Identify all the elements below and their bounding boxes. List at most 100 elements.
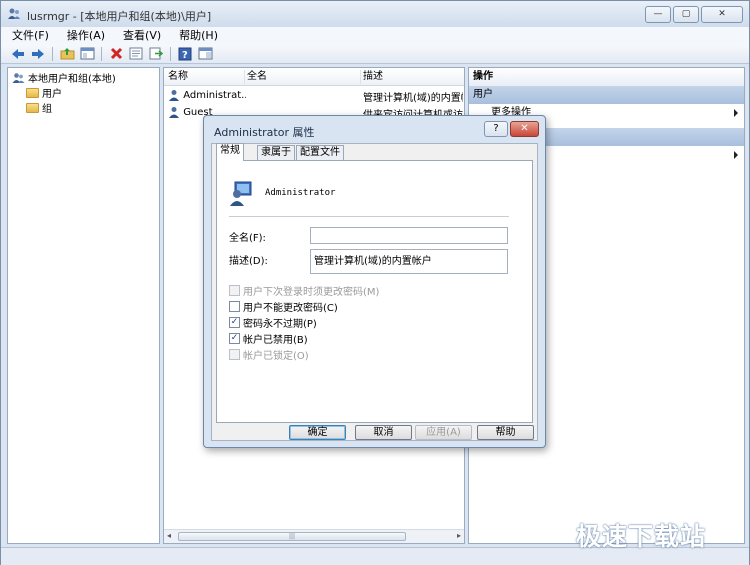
checkbox-box: ✓ [229, 333, 240, 344]
export-icon [149, 47, 163, 60]
fullname-label: 全名(F): [229, 233, 266, 244]
forward-arrow-icon [32, 48, 44, 59]
user-icon [169, 90, 179, 101]
checkbox-label: 密码永不过期(P) [243, 319, 317, 330]
minimize-button[interactable]: — [645, 6, 671, 23]
must-change-password-checkbox[interactable]: 用户下次登录时须更改密码(M) [229, 283, 379, 298]
window-controls: — ▢ ✕ [645, 6, 743, 23]
user-name: Administrat... [183, 90, 246, 101]
properties-icon [129, 47, 143, 60]
menu-view[interactable]: 查看(V) [120, 27, 164, 44]
show-tree-button[interactable] [78, 46, 96, 62]
help-toolbar-button[interactable]: ? [176, 46, 194, 62]
folder-icon [26, 87, 39, 98]
actions-header: 操作 [469, 68, 744, 86]
tab-general[interactable]: 常规 [216, 143, 244, 161]
help-button[interactable]: 帮助 [477, 425, 534, 440]
toolbar-separator [52, 46, 53, 61]
horizontal-scrollbar[interactable]: ◂ ||| ▸ [164, 529, 464, 543]
title-bar[interactable]: lusrmgr - [本地用户和组(本地)\用户] — ▢ ✕ [1, 1, 749, 27]
tree-item-users[interactable]: 用户 [26, 85, 62, 100]
show-action-pane-button[interactable] [196, 46, 214, 62]
account-disabled-checkbox[interactable]: ✓ 帐户已禁用(B) [229, 331, 308, 346]
forward-button[interactable] [29, 46, 47, 62]
checkbox-box [229, 349, 240, 360]
window-title: lusrmgr - [本地用户和组(本地)\用户] [27, 10, 212, 23]
action-pane-icon [198, 47, 212, 60]
divider [229, 216, 509, 217]
submenu-arrow-icon [734, 109, 738, 117]
user-description: 管理计算机(域)的内置帐 [363, 93, 463, 104]
column-header-name[interactable]: 名称 [168, 70, 245, 84]
maximize-button[interactable]: ▢ [673, 6, 699, 23]
column-header-description[interactable]: 描述 [363, 70, 463, 84]
help-book-icon: ? [178, 47, 192, 61]
dialog-help-button[interactable]: ? [484, 121, 508, 137]
menu-file[interactable]: 文件(F) [9, 27, 52, 44]
checkbox-box [229, 285, 240, 296]
toolbar-separator [170, 46, 171, 61]
console-tree-icon [80, 47, 94, 60]
properties-button[interactable] [127, 46, 145, 62]
console-tree[interactable]: 本地用户和组(本地) 用户 组 [7, 67, 160, 544]
tree-item-groups[interactable]: 组 [26, 100, 52, 115]
cancel-button[interactable]: 取消 [355, 425, 412, 440]
checkbox-label: 帐户已锁定(O) [243, 351, 309, 362]
svg-text:?: ? [182, 50, 188, 61]
table-row[interactable]: Administrat... 管理计算机(域)的内置帐 [164, 87, 464, 104]
description-input[interactable]: 管理计算机(域)的内置帐户 [310, 249, 508, 274]
close-window-button[interactable]: ✕ [701, 6, 743, 23]
toolbar-separator [101, 46, 102, 61]
dialog-button-row: 确定 取消 应用(A) 帮助 [212, 425, 539, 445]
tree-item-label: 组 [42, 104, 52, 115]
properties-dialog: Administrator 属性 ? ✕ 常规 隶属于 配置文件 Adminis… [203, 115, 546, 448]
column-header-fullname[interactable]: 全名 [247, 70, 361, 84]
export-list-button[interactable] [147, 46, 165, 62]
cannot-change-password-checkbox[interactable]: 用户不能更改密码(C) [229, 299, 338, 314]
dialog-body: 常规 隶属于 配置文件 Administrator 全名(F): 描述(D): … [211, 143, 538, 441]
folder-icon [26, 102, 39, 113]
back-arrow-icon [12, 48, 24, 59]
up-level-button[interactable] [58, 46, 76, 62]
delete-button[interactable] [107, 46, 125, 62]
users-group-icon [12, 72, 25, 83]
fullname-input[interactable] [310, 227, 508, 244]
checkbox-box: ✓ [229, 317, 240, 328]
account-locked-checkbox[interactable]: 帐户已锁定(O) [229, 347, 309, 362]
site-watermark: 极速下载站 [576, 522, 707, 551]
ok-button[interactable]: 确定 [289, 425, 346, 440]
dialog-close-button[interactable]: ✕ [510, 121, 539, 137]
general-tab-panel: Administrator 全名(F): 描述(D): 管理计算机(域)的内置帐… [216, 160, 533, 423]
dialog-controls: ? ✕ [484, 121, 539, 137]
checkbox-label: 帐户已禁用(B) [243, 335, 308, 346]
tab-profile[interactable]: 配置文件 [296, 145, 344, 161]
tree-item-label: 用户 [42, 89, 62, 100]
checkbox-label: 用户不能更改密码(C) [243, 303, 338, 314]
toolbar: ? [1, 44, 749, 64]
password-never-expires-checkbox[interactable]: ✓ 密码永不过期(P) [229, 315, 317, 330]
apply-button[interactable]: 应用(A) [415, 425, 472, 440]
actions-group-label: 用户 [473, 89, 493, 100]
menu-action[interactable]: 操作(A) [64, 27, 108, 44]
user-icon [169, 107, 179, 118]
menu-help[interactable]: 帮助(H) [176, 27, 221, 44]
back-button[interactable] [9, 46, 27, 62]
menu-bar: 文件(F) 操作(A) 查看(V) 帮助(H) [1, 27, 749, 44]
scroll-right-icon[interactable]: ▸ [457, 531, 461, 540]
users-app-icon [8, 8, 20, 19]
actions-group-users[interactable]: 用户 [469, 86, 744, 104]
list-header: 名称 全名 描述 [164, 68, 464, 86]
checkbox-label: 用户下次登录时须更改密码(M) [243, 287, 380, 298]
scrollbar-thumb[interactable]: ||| [178, 532, 406, 541]
tree-root[interactable]: 本地用户和组(本地) [12, 70, 116, 85]
account-name: Administrator [265, 188, 336, 198]
tree-root-label: 本地用户和组(本地) [28, 74, 116, 85]
description-label: 描述(D): [229, 256, 268, 267]
scroll-left-icon[interactable]: ◂ [167, 531, 171, 540]
tab-member-of[interactable]: 隶属于 [257, 145, 295, 161]
folder-up-icon [60, 48, 74, 60]
delete-x-icon [110, 47, 122, 60]
checkbox-box [229, 301, 240, 312]
user-account-icon [230, 181, 252, 206]
submenu-arrow-icon [734, 151, 738, 159]
